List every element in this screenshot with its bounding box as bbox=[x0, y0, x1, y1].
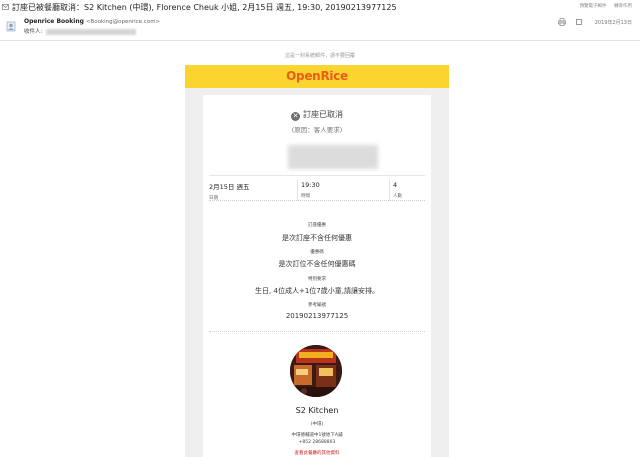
sender[interactable]: Openrice Booking <Booking@openrice.com> bbox=[24, 18, 160, 25]
subject-bar: 訂座已被餐廳取消：S2 Kitchen (中環), Florence Cheuk… bbox=[0, 0, 640, 14]
offer-label: 訂座優惠 bbox=[308, 223, 326, 228]
restaurant-address: 中環德輔道中1號地下A舖 bbox=[291, 433, 343, 438]
checkbox-icon[interactable] bbox=[576, 19, 582, 25]
sender-email: <Booking@openrice.com> bbox=[85, 19, 161, 25]
restaurant-phone[interactable]: +852 28688803 bbox=[203, 440, 431, 445]
email-body: ✕ 訂座已取消 (原因：客人要求) 2月15日 週五 日期 19:30 時間 4 … bbox=[185, 88, 449, 457]
recipient-row: 收件人: bbox=[24, 27, 137, 35]
sender-avatar-icon bbox=[6, 21, 16, 32]
system-notice: 這是一封系統郵件，請不要回覆 bbox=[284, 53, 355, 59]
recipient-label: 收件人: bbox=[24, 29, 43, 35]
top-links: 預覽電子郵件 轉寄作用 bbox=[574, 3, 632, 9]
time-label: 時間 bbox=[301, 194, 310, 199]
date-label: 日期 bbox=[209, 196, 218, 201]
sender-name: Openrice Booking bbox=[24, 18, 84, 25]
promo-value: 是次訂位不含任何優惠碼 bbox=[278, 260, 356, 268]
forward-link[interactable]: 轉寄作用 bbox=[614, 4, 632, 9]
openrice-logo: OpenRice bbox=[286, 69, 348, 83]
recipient-redacted bbox=[46, 28, 137, 35]
people-value: 4 bbox=[393, 181, 398, 189]
cancel-x-icon: ✕ bbox=[291, 112, 300, 121]
email-subject: 訂座已被餐廳取消：S2 Kitchen (中環), Florence Cheuk… bbox=[12, 3, 397, 12]
time-value: 19:30 bbox=[301, 181, 320, 189]
restaurant-name[interactable]: S2 Kitchen bbox=[203, 406, 431, 415]
people-cell: 4 人數 bbox=[389, 179, 423, 201]
request-label: 特別要求 bbox=[308, 277, 326, 282]
restaurant-more-link[interactable]: 查看此餐廳的其他資料 bbox=[203, 450, 431, 456]
restaurant-district: (中環) bbox=[310, 422, 324, 427]
date-cell: 2月15日 週五 日期 bbox=[209, 181, 295, 201]
time-cell: 19:30 時間 bbox=[297, 179, 387, 201]
date-value: 2月15日 週五 bbox=[209, 183, 250, 191]
envelope-icon bbox=[2, 4, 9, 10]
reference-number: 20190213977125 bbox=[285, 312, 349, 320]
booking-info-row: 2月15日 週五 日期 19:30 時間 4 人數 bbox=[209, 175, 425, 201]
preview-link[interactable]: 預覽電子郵件 bbox=[580, 4, 607, 9]
openrice-banner: OpenRice bbox=[185, 65, 449, 88]
print-icon[interactable] bbox=[558, 18, 566, 26]
email-header: Openrice Booking <Booking@openrice.com> … bbox=[0, 15, 640, 41]
offer-value: 是次訂座不含任何優惠 bbox=[282, 234, 352, 242]
people-label: 人數 bbox=[393, 194, 402, 199]
promo-label: 優惠碼 bbox=[310, 250, 324, 255]
section-divider bbox=[209, 331, 425, 332]
cancel-reason: (原因：客人要求) bbox=[291, 126, 343, 134]
reference-label: 參考編號 bbox=[308, 303, 326, 308]
redacted-block bbox=[288, 145, 378, 169]
received-date: 2019年2月13日 bbox=[594, 20, 632, 26]
cancel-status: ✕ 訂座已取消 bbox=[203, 109, 431, 121]
restaurant-photo[interactable] bbox=[290, 345, 342, 397]
status-text: 訂座已取消 bbox=[303, 110, 343, 119]
booking-card: ✕ 訂座已取消 (原因：客人要求) 2月15日 週五 日期 19:30 時間 4 … bbox=[203, 95, 431, 457]
request-value: 生日, 4位成人+1位7歲小童,請讓安排。 bbox=[255, 287, 379, 295]
